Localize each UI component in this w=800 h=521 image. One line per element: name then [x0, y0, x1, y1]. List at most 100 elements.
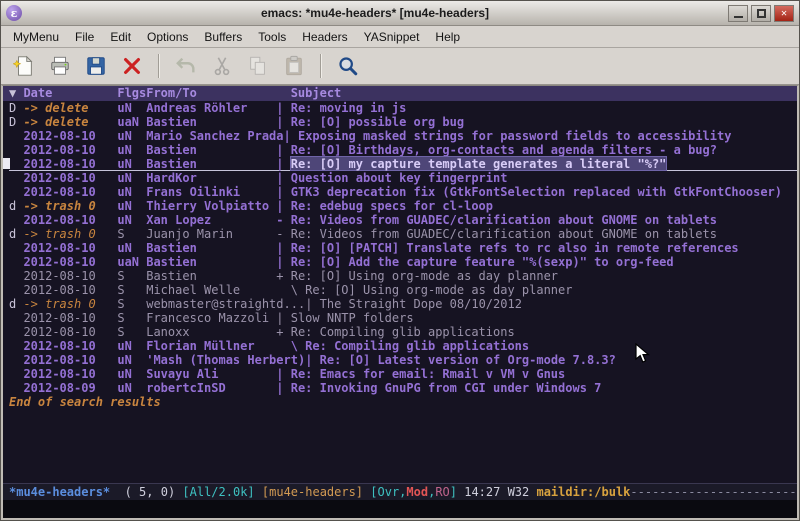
message-row[interactable]: d-> trash 0Swebmaster@straightd...| The …: [9, 297, 797, 311]
column-header-date[interactable]: Date: [23, 86, 117, 101]
message-row[interactable]: 2012-08-10uNFlorian Müllner \ Re: Compil…: [9, 339, 797, 353]
message-row[interactable]: 2012-08-10uNMario Sanchez Prada| Exposin…: [9, 129, 797, 143]
new-file-button[interactable]: [11, 53, 37, 79]
message-row[interactable]: 2012-08-10uN'Mash (Thomas Herbert)| Re: …: [9, 353, 797, 367]
modeline-segment: 14:27 W32: [464, 485, 536, 499]
message-subject: Re: [O] possible org bug: [291, 115, 464, 129]
message-flags: S: [117, 325, 146, 339]
close-button[interactable]: ✕: [774, 5, 794, 22]
headers-header-line: ▼ Date Flgs From/To Subject: [3, 86, 797, 101]
message-marker: [9, 143, 23, 157]
modeline-segment: [All/2.0k]: [182, 485, 261, 499]
message-marker: [9, 339, 23, 353]
message-sep: |: [276, 255, 290, 269]
message-row[interactable]: 2012-08-10SFrancesco Mazzoli| Slow NNTP …: [9, 311, 797, 325]
modeline-segment: ( 5, 0): [117, 485, 182, 499]
message-from: Frans Oilinki: [146, 185, 276, 199]
tool-bar: [1, 48, 799, 85]
message-marker: d: [9, 297, 23, 311]
title-bar[interactable]: emacs: *mu4e-headers* [mu4e-headers] ✕: [1, 1, 799, 26]
message-from: Andreas Röhler: [146, 101, 276, 115]
message-row[interactable]: D-> deleteuaNBastien| Re: [O] possible o…: [9, 115, 797, 129]
message-row[interactable]: 2012-08-10uNFrans Oilinki| GTK3 deprecat…: [9, 185, 797, 199]
menu-edit[interactable]: Edit: [102, 26, 139, 48]
menu-headers[interactable]: Headers: [294, 26, 355, 48]
message-subject: Re: Videos from GUADEC/clarification abo…: [291, 213, 717, 227]
message-date: 2012-08-10: [23, 339, 117, 353]
message-flags: uN: [117, 129, 146, 143]
maximize-button[interactable]: [751, 5, 771, 22]
search-button[interactable]: [335, 53, 361, 79]
message-marker: [9, 367, 23, 381]
menu-buffers[interactable]: Buffers: [196, 26, 250, 48]
message-subject: Re: [O] Birthdays, org-contacts and agen…: [291, 143, 717, 157]
message-from: 'Mash (Thomas Herbert): [146, 353, 305, 367]
menu-bar: MyMenuFileEditOptionsBuffersToolsHeaders…: [1, 26, 799, 48]
echo-area[interactable]: [3, 500, 797, 518]
message-sep: |: [276, 199, 290, 213]
message-row[interactable]: 2012-08-10SMichael Welle \ Re: [O] Using…: [9, 283, 797, 297]
message-sep: |: [305, 297, 319, 311]
menu-file[interactable]: File: [67, 26, 102, 48]
message-row[interactable]: 2012-08-10uNBastien| Re: [O] [PATCH] Tra…: [9, 241, 797, 255]
message-row[interactable]: D-> deleteuNAndreas Röhler| Re: moving i…: [9, 101, 797, 115]
message-subject: Re: [O] my capture template generates a …: [291, 157, 667, 170]
message-flags: uN: [117, 241, 146, 255]
message-subject: Re: Invoking GnuPG from CGI under Window…: [291, 381, 602, 395]
message-row[interactable]: 2012-08-10SLanoxx+ Re: Compiling glib ap…: [9, 325, 797, 339]
message-date: -> delete: [23, 115, 117, 129]
message-from: Xan Lopez: [146, 213, 276, 227]
message-sep: |: [276, 171, 290, 185]
message-date: -> trash 0: [23, 297, 117, 311]
sort-direction-icon[interactable]: ▼: [9, 86, 23, 101]
message-row[interactable]: d-> trash 0SJuanjo Marin- Re: Videos fro…: [9, 227, 797, 241]
message-row[interactable]: 2012-08-10uNHardKor| Question about key …: [9, 171, 797, 185]
message-row[interactable]: 2012-08-09uNrobertcInSD| Re: Invoking Gn…: [9, 381, 797, 395]
message-subject: Re: [O] Latest version of Org-mode 7.8.3…: [320, 353, 616, 367]
minimize-button[interactable]: [728, 5, 748, 22]
message-flags: uN: [117, 157, 146, 170]
mu4e-headers-buffer[interactable]: ▼ Date Flgs From/To Subject D-> deleteuN…: [3, 86, 797, 483]
message-subject: Re: Compiling glib applications: [305, 339, 529, 353]
modeline-segment: [mu4e-headers]: [262, 485, 370, 499]
message-date: 2012-08-10: [23, 157, 117, 170]
message-sep: |: [305, 353, 319, 367]
message-row[interactable]: 2012-08-10uNBastien| Re: [O] Birthdays, …: [9, 143, 797, 157]
message-row[interactable]: 2012-08-10uNSuvayu Ali| Re: Emacs for em…: [9, 367, 797, 381]
print-button[interactable]: [47, 53, 73, 79]
message-subject: GTK3 deprecation fix (GtkFontSelection r…: [291, 185, 782, 199]
toolbar-separator: [158, 54, 160, 78]
message-row[interactable]: d-> trash 0uNThierry Volpiatto| Re: edeb…: [9, 199, 797, 213]
column-header-flags[interactable]: Flgs: [117, 86, 146, 101]
message-subject: Exposing masked strings for password fie…: [298, 129, 731, 143]
message-date: 2012-08-10: [23, 283, 117, 297]
menu-mymenu[interactable]: MyMenu: [5, 26, 67, 48]
message-flags: uaN: [117, 255, 146, 269]
column-header-from[interactable]: From/To: [146, 86, 276, 101]
message-date: 2012-08-10: [23, 325, 117, 339]
menu-options[interactable]: Options: [139, 26, 196, 48]
message-subject: Question about key fingerprint: [291, 171, 508, 185]
message-sep: |: [276, 311, 290, 325]
message-row[interactable]: 2012-08-10uaNBastien| Re: [O] Add the ca…: [9, 255, 797, 269]
message-subject: Re: edebug specs for cl-loop: [291, 199, 493, 213]
message-date: 2012-08-09: [23, 381, 117, 395]
toolbar-separator: [320, 54, 322, 78]
menu-tools[interactable]: Tools: [250, 26, 294, 48]
message-marker: [9, 353, 23, 367]
column-header-subject[interactable]: Subject: [291, 86, 342, 101]
menu-help[interactable]: Help: [427, 26, 468, 48]
save-button[interactable]: [83, 53, 109, 79]
window-title: emacs: *mu4e-headers* [mu4e-headers]: [28, 6, 722, 20]
close-button[interactable]: [119, 53, 145, 79]
message-row[interactable]: 2012-08-10SBastien+ Re: [O] Using org-mo…: [9, 269, 797, 283]
message-from: Francesco Mazzoli: [146, 311, 276, 325]
copy-button: [245, 53, 271, 79]
message-from: Michael Welle: [146, 283, 276, 297]
message-marker: [9, 185, 23, 199]
message-row[interactable]: 2012-08-10uNXan Lopez- Re: Videos from G…: [9, 213, 797, 227]
message-flags: uN: [117, 339, 146, 353]
menu-yasnippet[interactable]: YASnippet: [356, 26, 428, 48]
column-header-gap: [276, 86, 290, 101]
message-row[interactable]: 2012-08-10uNBastien| Re: [O] my capture …: [9, 157, 797, 171]
